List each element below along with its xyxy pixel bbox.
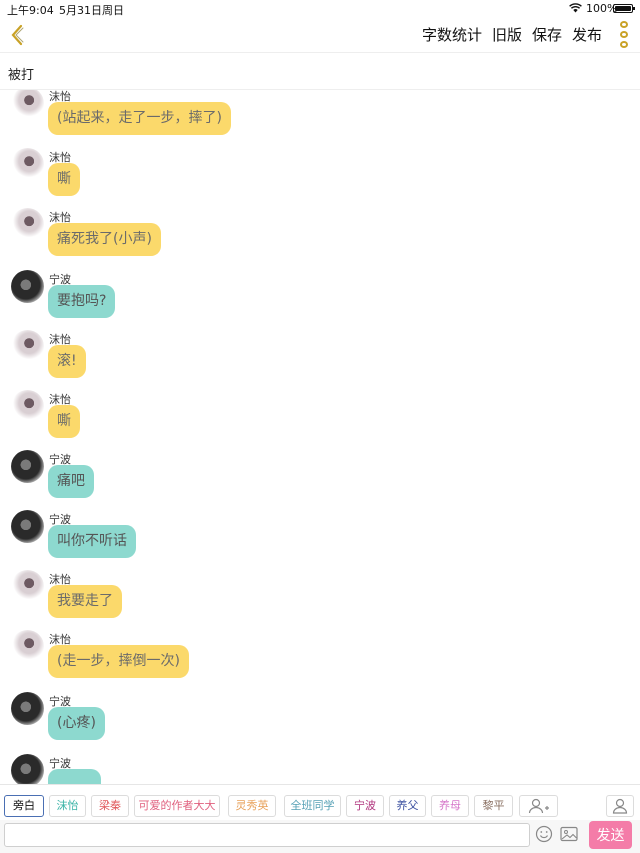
chat-message: 沫怡 我要走了 [0, 570, 640, 630]
avatar[interactable] [11, 270, 44, 303]
role-chip[interactable]: 全班同学 [284, 795, 341, 817]
avatar[interactable] [11, 692, 44, 725]
avatar[interactable] [11, 148, 44, 181]
input-bar: 发送 [0, 820, 640, 853]
role-chip[interactable]: 宁波 [346, 795, 384, 817]
chat-message: 沫怡 痛死我了(小声) [0, 208, 640, 268]
avatar[interactable] [11, 90, 44, 120]
message-bubble[interactable]: 嘶 [48, 163, 80, 196]
avatar[interactable] [11, 510, 44, 543]
message-bubble[interactable]: 要抱吗? [48, 285, 116, 318]
add-person-icon [528, 798, 549, 814]
role-chip[interactable]: 养父 [389, 795, 426, 817]
emoji-button[interactable] [535, 825, 553, 843]
role-chip[interactable]: 沫怡 [49, 795, 86, 817]
message-bubble[interactable]: 嘶 [48, 405, 80, 438]
back-button[interactable] [6, 20, 28, 50]
profile-button[interactable] [606, 795, 634, 817]
status-bar: 上午9:04 5月31日周日 100% [0, 0, 640, 18]
message-bubble[interactable]: (站起来，走了一步，摔了) [48, 102, 231, 135]
avatar[interactable] [11, 450, 44, 483]
chat-message: 沫怡嘶 [0, 148, 640, 208]
person-icon [612, 798, 628, 814]
chat-list[interactable]: 沫怡 (站起来，走了一步，摔了) 沫怡嘶沫怡 痛死我了(小声) 宁波 要抱吗? 沫怡 滚! 沫怡… [0, 90, 640, 784]
role-chip[interactable]: 梁秦 [91, 795, 129, 817]
nav-bar: 字数统计 旧版 保存 发布 [0, 18, 640, 52]
chat-message: 沫怡 (走一步，摔倒一次) [0, 630, 640, 690]
role-chip[interactable]: 黎平 [474, 795, 513, 817]
more-vertical-icon[interactable] [614, 21, 634, 49]
chat-message: 沫怡 (站起来，走了一步，摔了) [0, 90, 640, 147]
chat-message: 宁波 叫你不听话 [0, 510, 640, 570]
role-chip[interactable]: 可爱的作者大大 [134, 795, 220, 817]
chat-message: 宁波 (心疼) [0, 692, 640, 752]
image-button[interactable] [560, 826, 578, 842]
send-button[interactable]: 发送 [589, 821, 632, 849]
message-bubble[interactable]: 我要走了 [48, 585, 122, 618]
role-chip[interactable]: 灵秀英 [228, 795, 276, 817]
message-bubble[interactable]: 痛死我了(小声) [48, 223, 161, 256]
chat-title-row: 被打 [0, 52, 640, 90]
chevron-left-icon [11, 24, 24, 46]
save-button[interactable]: 保存 [532, 24, 562, 46]
smiley-icon [535, 825, 553, 843]
avatar[interactable] [11, 630, 44, 663]
message-bubble[interactable]: 滚! [48, 345, 86, 378]
message-bubble[interactable]: (走一步，摔倒一次) [48, 645, 189, 678]
status-time: 上午9:04 [7, 4, 54, 17]
wifi-icon [569, 3, 582, 16]
chat-message: 宁波 [0, 754, 640, 784]
publish-button[interactable]: 发布 [572, 24, 602, 46]
word-count-button[interactable]: 字数统计 [422, 24, 482, 46]
message-bubble[interactable]: 痛吧 [48, 465, 94, 498]
message-bubble[interactable]: 叫你不听话 [48, 525, 136, 558]
message-bubble[interactable]: (心疼) [48, 707, 105, 740]
nav-actions: 字数统计 旧版 保存 发布 [422, 24, 602, 46]
battery-icon [613, 4, 635, 13]
chat-title[interactable]: 被打 [8, 64, 34, 83]
role-chip[interactable]: 旁白 [4, 795, 44, 817]
image-icon [560, 826, 578, 842]
avatar[interactable] [11, 754, 44, 784]
message-bubble[interactable] [48, 769, 101, 784]
chat-message: 宁波 痛吧 [0, 450, 640, 510]
avatar[interactable] [11, 208, 44, 241]
old-version-button[interactable]: 旧版 [492, 24, 522, 46]
role-chip[interactable]: 养母 [431, 795, 469, 817]
role-bar: 旁白 沫怡 梁秦 可爱的作者大大 灵秀英 全班同学 宁波 养父 养母 黎平 [0, 784, 640, 820]
chat-message: 沫怡嘶 [0, 390, 640, 450]
avatar[interactable] [11, 330, 44, 363]
avatar[interactable] [11, 570, 44, 603]
add-role-button[interactable] [519, 795, 558, 817]
avatar[interactable] [11, 390, 44, 423]
chat-message: 沫怡 滚! [0, 330, 640, 390]
status-date: 5月31日周日 [59, 4, 124, 17]
message-input[interactable] [4, 823, 530, 847]
chat-message: 宁波 要抱吗? [0, 270, 640, 330]
